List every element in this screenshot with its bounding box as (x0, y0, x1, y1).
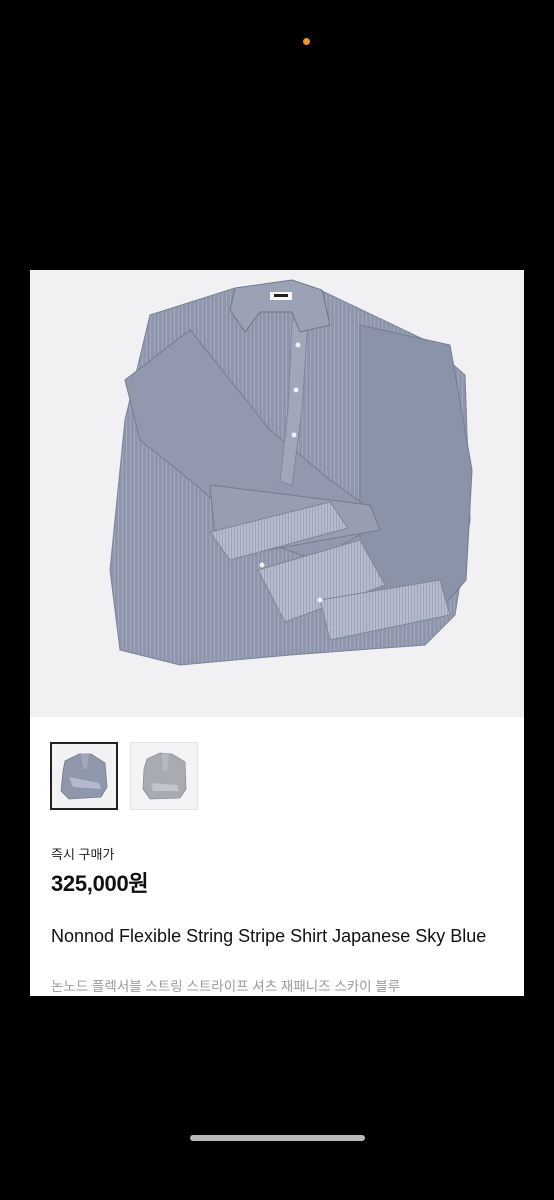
thumbnail[interactable] (130, 742, 198, 810)
product-title[interactable]: Nonnod Flexible String Stripe Shirt Japa… (51, 924, 511, 949)
product-main-image[interactable] (30, 270, 524, 717)
shirt-image (109, 279, 473, 666)
price: 325,000원 (51, 871, 149, 896)
privacy-indicator-dot (303, 38, 310, 45)
home-indicator[interactable] (190, 1135, 365, 1141)
shirt-thumbnail-icon (55, 747, 113, 805)
price-label: 즉시 구매가 (51, 847, 115, 862)
image-thumbnails (50, 742, 198, 810)
product-subtitle: 논노드 플렉서블 스트링 스트라이프 셔츠 재패니즈 스카이 블루 (51, 979, 401, 994)
thumbnail-selected[interactable] (50, 742, 118, 810)
product-card: 즉시 구매가 325,000원 Nonnod Flexible String S… (30, 270, 524, 996)
shirt-thumbnail-icon (135, 747, 193, 805)
